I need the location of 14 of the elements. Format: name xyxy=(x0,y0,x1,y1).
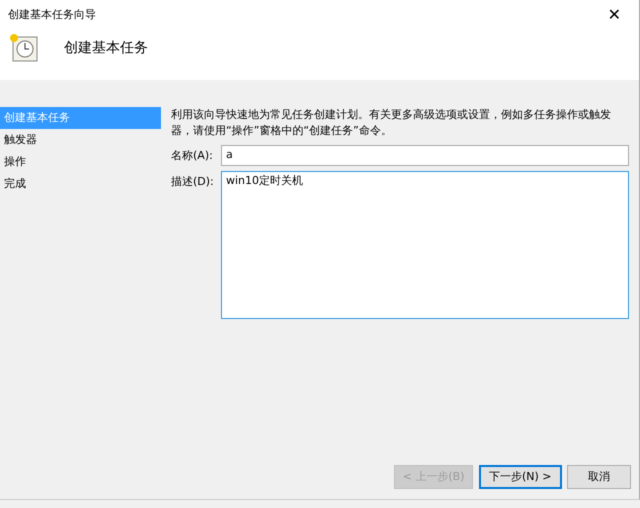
sidebar-item[interactable]: 触发器 xyxy=(0,129,161,151)
field-label: 描述(D): xyxy=(171,174,215,190)
description-text: 利用该向导快速地为常见任务创建计划。有关更多高级选项或设置，例如多任务操作或触发器，请使用“操作”窗格中的“创建任务”命令。 xyxy=(171,107,612,139)
clock-icon xyxy=(8,32,40,64)
dialog-button[interactable]: 下一步(N) > xyxy=(478,465,562,489)
description-field[interactable]: win10定时关机 xyxy=(221,171,629,319)
dialog-button[interactable]: 取消 xyxy=(567,465,631,489)
header-title: 创建基本任务 xyxy=(64,38,148,58)
sidebar-item[interactable]: 完成 xyxy=(0,173,161,195)
close-button[interactable]: ✕ xyxy=(598,7,631,23)
name-field[interactable]: a xyxy=(221,145,629,166)
field-label: 名称(A): xyxy=(171,148,214,164)
window-title: 创建基本任务向导 xyxy=(8,6,96,23)
sidebar-item[interactable]: 操作 xyxy=(0,151,161,173)
